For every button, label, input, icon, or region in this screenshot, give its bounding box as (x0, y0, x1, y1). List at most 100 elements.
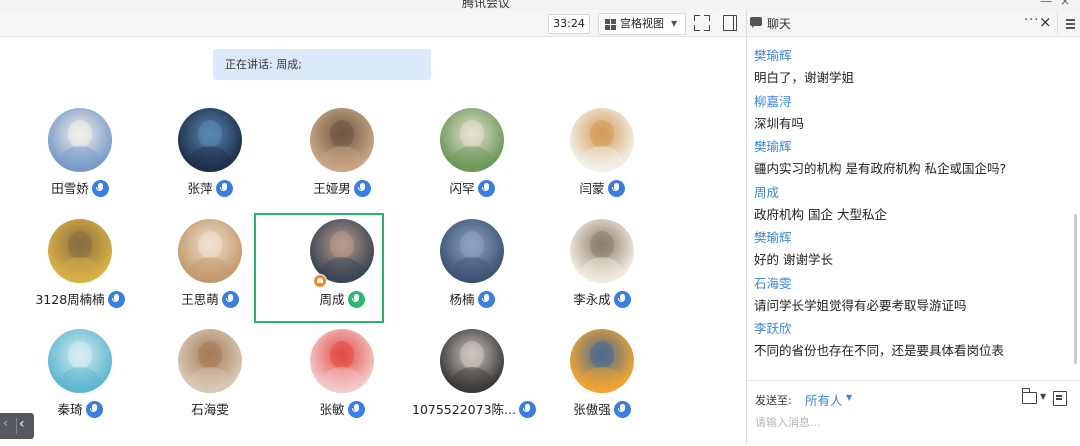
participant-name-row: 王娅男 (282, 178, 402, 198)
chat-message-list[interactable]: 樊瑜辉 明白了，谢谢学姐 柳嘉浔 深圳有吗 樊瑜辉 疆内实习的机构 是有政府机构 私企或国… (747, 36, 1077, 380)
microphone-icon (613, 291, 631, 308)
microphone-icon (347, 401, 365, 418)
chevron-down-icon[interactable]: ▼ (846, 393, 852, 402)
meeting-toolbar: 33:24 宫格视图 ▼ (0, 10, 746, 37)
chat-message-text: 请问学长学姐觉得有必要考取导游证吗 (754, 297, 967, 313)
participant-name-row: 李永成 (542, 289, 662, 309)
avatar[interactable] (570, 329, 634, 393)
participant-tile[interactable]: 1075522073陈... (412, 329, 536, 439)
chat-message-text: 好的 谢谢学长 (754, 252, 833, 267)
chat-title: 聊天 (767, 17, 792, 31)
participant-tile[interactable]: 闫蒙 (542, 108, 662, 218)
participant-name-row: 杨楠 (412, 289, 532, 309)
participant-tile[interactable]: 杨楠 (412, 219, 532, 329)
avatar[interactable] (570, 219, 634, 283)
send-target-dropdown[interactable]: 所有人 (805, 390, 843, 409)
participant-tile[interactable]: 秦琦 (20, 329, 140, 439)
participant-tile[interactable]: 张敏 (282, 329, 402, 439)
chevron-down-icon[interactable]: ▼ (1040, 392, 1046, 401)
chat-panel: 聊天 ··· × 樊瑜辉 明白了，谢谢学姐 柳嘉浔 深圳有吗 樊瑜辉 疆内实习的机构 是有… (746, 10, 1080, 446)
fullscreen-icon[interactable] (694, 15, 710, 31)
avatar[interactable] (440, 219, 504, 283)
menu-icon[interactable] (1057, 12, 1080, 34)
participant-name-row: 王思萌 (150, 289, 270, 309)
avatar[interactable] (178, 329, 242, 393)
close-window-icon[interactable]: × (1060, 0, 1070, 8)
participant-name: 王娅男 (313, 181, 351, 196)
participant-name-row: 闪罕 (412, 178, 532, 198)
participant-name: 1075522073陈... (412, 402, 516, 417)
page-nav-tab[interactable]: ‹ ‹ (0, 413, 34, 439)
minimize-icon[interactable]: — (1040, 0, 1052, 8)
chat-sender-name[interactable]: 石海雯 (754, 273, 792, 292)
participant-name-row: 秦琦 (20, 399, 140, 419)
view-mode-label: 宫格视图 (620, 17, 664, 30)
chat-sender-name[interactable]: 樊瑜辉 (754, 227, 792, 246)
avatar[interactable] (178, 219, 242, 283)
participant-tile[interactable]: 李永成 (542, 219, 662, 329)
view-mode-dropdown[interactable]: 宫格视图 ▼ (598, 13, 686, 35)
active-speaker-frame (254, 213, 384, 323)
chat-sender-name[interactable]: 樊瑜辉 (754, 45, 792, 64)
avatar[interactable] (570, 108, 634, 172)
microphone-icon (221, 291, 239, 308)
chevron-down-icon: ▼ (671, 19, 678, 28)
participant-name-row: 田雪娇 (20, 178, 140, 198)
participant-name: 李永成 (573, 292, 611, 307)
participant-name: 杨楠 (449, 292, 475, 307)
chat-scrollbar[interactable] (1071, 36, 1079, 380)
folder-icon[interactable] (1021, 388, 1037, 404)
microphone-icon (91, 180, 109, 197)
chat-sender-name[interactable]: 李跃欣 (754, 318, 792, 337)
close-chat-icon[interactable]: × (1039, 13, 1052, 31)
participant-tile[interactable]: 石海雯 (150, 329, 270, 439)
microphone-icon (477, 291, 495, 308)
avatar[interactable] (48, 219, 112, 283)
avatar[interactable] (440, 329, 504, 393)
chat-bubble-icon (750, 17, 762, 28)
meeting-timer: 33:24 (548, 14, 590, 34)
speaking-indicator: 正在讲话: 周成; (213, 49, 431, 80)
chat-message-text: 疆内实习的机构 是有政府机构 私企或国企吗? (754, 161, 1007, 176)
chat-sender-name[interactable]: 周成 (754, 182, 779, 201)
participant-name-row: 张敏 (282, 399, 402, 419)
chat-message-text: 明白了，谢谢学姐 (754, 70, 855, 85)
avatar[interactable] (310, 329, 374, 393)
screenshot-icon[interactable] (1053, 391, 1067, 406)
participant-tile[interactable]: 张傲强 (542, 329, 662, 439)
chat-sender-name[interactable]: 樊瑜辉 (754, 136, 792, 155)
chat-scroll-thumb[interactable] (1074, 214, 1077, 364)
participant-tile[interactable]: 闪罕 (412, 108, 532, 218)
participant-name-row: 石海雯 (150, 399, 270, 418)
participant-tile[interactable]: 3128周楠楠 (20, 219, 140, 329)
avatar[interactable] (440, 108, 504, 172)
avatar[interactable] (310, 108, 374, 172)
participant-name: 张傲强 (573, 402, 611, 417)
participant-name: 田雪娇 (51, 181, 89, 196)
participant-tile[interactable]: 张萍 (150, 108, 270, 218)
side-panel-toggle-icon[interactable] (723, 15, 737, 31)
participant-name: 闪罕 (449, 181, 475, 196)
chat-header: 聊天 ··· × (747, 10, 1080, 37)
more-options-icon[interactable]: ··· (1024, 13, 1039, 28)
chat-message-text: 政府机构 国企 大型私企 (754, 206, 887, 222)
participant-tile[interactable]: 王思萌 (150, 219, 270, 329)
participant-tile[interactable]: 王娅男 (282, 108, 402, 218)
window-title-bar: 腾讯会议 — × (0, 0, 1080, 10)
microphone-icon (477, 180, 495, 197)
microphone-icon (85, 401, 103, 418)
message-input[interactable] (753, 411, 1057, 433)
chat-composer: 发送至: 所有人 ▼ ▼ (747, 380, 1080, 446)
chevron-left-icon[interactable]: ‹ (19, 416, 25, 432)
participant-tile[interactable]: 田雪娇 (20, 108, 140, 218)
microphone-icon (215, 180, 233, 197)
chat-sender-name[interactable]: 柳嘉浔 (754, 91, 792, 110)
participant-name: 3128周楠楠 (35, 292, 105, 307)
participant-name: 闫蒙 (579, 181, 605, 196)
avatar[interactable] (178, 108, 242, 172)
avatar[interactable] (48, 108, 112, 172)
chevron-left-icon[interactable]: ‹ (3, 416, 8, 430)
avatar[interactable] (48, 329, 112, 393)
participant-name-row: 张傲强 (542, 399, 662, 419)
grid-view-icon (605, 19, 616, 30)
